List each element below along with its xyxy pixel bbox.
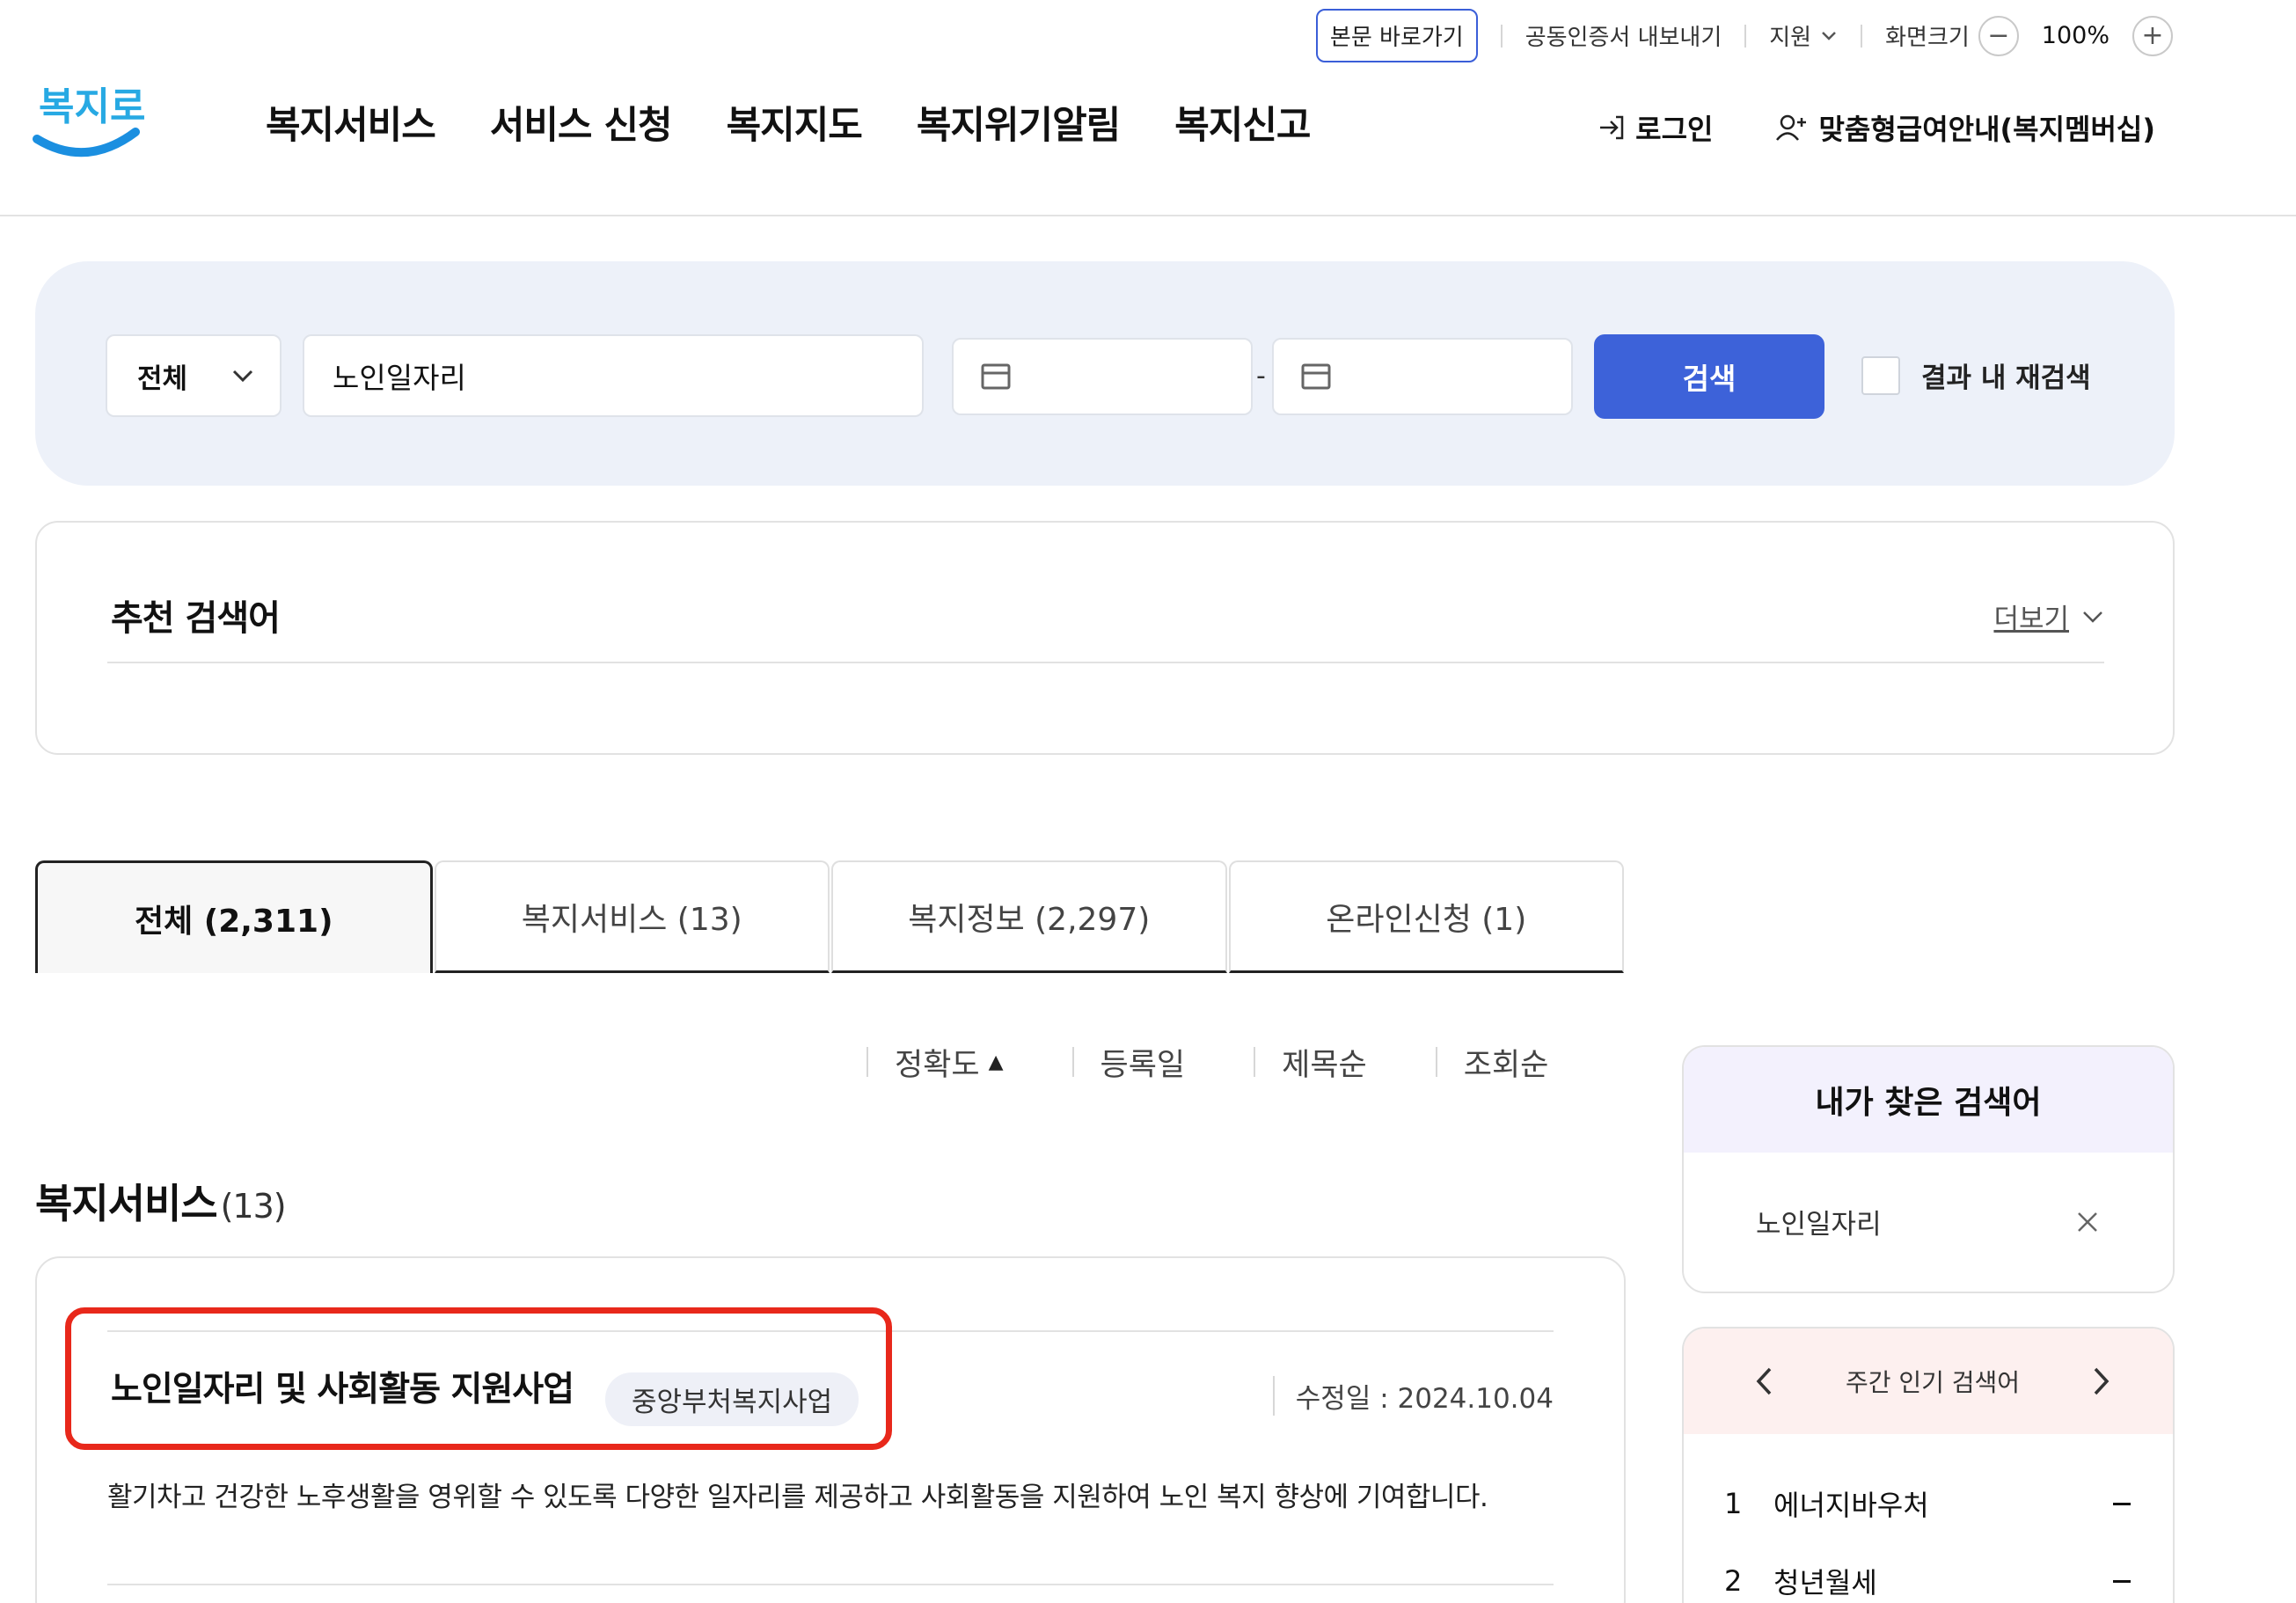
tab-welfare-services[interactable]: 복지서비스 (13) bbox=[434, 860, 830, 973]
recommended-keywords-title: 추천 검색어 bbox=[111, 598, 281, 639]
no-change-icon bbox=[2113, 1579, 2131, 1583]
no-change-icon bbox=[2113, 1502, 2131, 1505]
date-separator: - bbox=[1256, 361, 1266, 392]
skip-to-content-link[interactable]: 본문 바로가기 bbox=[1315, 9, 1478, 62]
section-title: 복지서비스 (13) bbox=[35, 1172, 287, 1230]
section-count: (13) bbox=[220, 1187, 287, 1226]
more-label: 더보기 bbox=[1993, 604, 2069, 635]
nav-item-welfare-report[interactable]: 복지신고 bbox=[1174, 95, 1311, 150]
login-label: 로그인 bbox=[1635, 113, 1714, 146]
tab-all[interactable]: 전체 (2,311) bbox=[35, 860, 433, 973]
chevron-down-icon bbox=[2083, 611, 2102, 623]
my-search-item: 노인일자리 bbox=[1756, 1202, 2101, 1241]
logo-text: 복지로 bbox=[39, 84, 145, 129]
sort-registered[interactable]: 등록일 bbox=[1071, 1047, 1212, 1083]
popular-keywords-header: 주간 인기 검색어 bbox=[1684, 1329, 2173, 1434]
main-navigation: 복지서비스 서비스 신청 복지지도 복지위기알림 복지신고 bbox=[266, 95, 1311, 150]
login-link[interactable]: 로그인 bbox=[1597, 107, 1713, 148]
sort-title[interactable]: 제목순 bbox=[1254, 1047, 1393, 1083]
zoom-control: 화면크기 − 100% + bbox=[1885, 15, 2173, 56]
nav-item-service-application[interactable]: 서비스 신청 bbox=[490, 95, 673, 150]
calendar-icon bbox=[1301, 363, 1331, 390]
section-title-label: 복지서비스 bbox=[35, 1180, 218, 1227]
sort-arrow-up-icon: ▲ bbox=[988, 1050, 1004, 1073]
result-description: 활기차고 건강한 노후생활을 영위할 수 있도록 다양한 일자리를 제공하고 사… bbox=[107, 1482, 1488, 1513]
nav-item-crisis-alert[interactable]: 복지위기알림 bbox=[917, 95, 1121, 150]
chevron-down-icon bbox=[232, 370, 253, 383]
search-input[interactable] bbox=[303, 334, 924, 417]
tab-online-application[interactable]: 온라인신청 (1) bbox=[1228, 860, 1624, 973]
nav-item-welfare-services[interactable]: 복지서비스 bbox=[266, 95, 436, 150]
popular-keyword-item[interactable]: 1 에너지바우처 bbox=[1724, 1483, 2131, 1524]
membership-label: 맞춤형급여안내(복지멤버십) bbox=[1818, 113, 2155, 146]
support-menu[interactable]: 지원 bbox=[1769, 19, 1838, 52]
close-icon[interactable] bbox=[2074, 1209, 2101, 1235]
divider bbox=[1500, 24, 1503, 48]
logo[interactable]: 복지로 bbox=[32, 70, 146, 167]
search-within-results[interactable]: 결과 내 재검색 bbox=[1861, 355, 2091, 395]
chevron-left-icon[interactable] bbox=[1754, 1365, 1773, 1397]
divider bbox=[107, 662, 2104, 663]
zoom-in-button[interactable]: + bbox=[2132, 15, 2173, 56]
header-actions: 로그인 맞춤형급여안내(복지멤버십) bbox=[1597, 107, 2155, 148]
utility-bar: 본문 바로가기 공동인증서 내보내기 지원 화면크기 − 100% + bbox=[1315, 9, 2173, 62]
sort-views[interactable]: 조회순 bbox=[1435, 1047, 1576, 1083]
login-icon bbox=[1600, 115, 1624, 140]
zoom-value: 100% bbox=[2041, 22, 2110, 49]
search-category-value: 전체 bbox=[137, 362, 188, 395]
sort-accuracy-label: 정확도 bbox=[895, 1047, 980, 1083]
zoom-label: 화면크기 bbox=[1885, 25, 1970, 51]
zoom-out-button[interactable]: − bbox=[1978, 15, 2019, 56]
divider bbox=[1744, 24, 1747, 48]
popular-keyword: 에너지바우처 bbox=[1773, 1489, 1929, 1522]
start-date-field[interactable] bbox=[952, 338, 1253, 415]
chevron-right-icon[interactable] bbox=[2092, 1365, 2111, 1397]
result-tabs: 전체 (2,311) 복지서비스 (13) 복지정보 (2,297) 온라인신청… bbox=[35, 860, 1626, 973]
popular-keywords-title: 주간 인기 검색어 bbox=[1845, 1368, 2021, 1397]
support-label: 지원 bbox=[1769, 25, 1812, 51]
my-searches-title: 내가 찾은 검색어 bbox=[1684, 1047, 2173, 1153]
calendar-icon bbox=[981, 363, 1011, 390]
popular-keyword-item[interactable]: 2 청년월세 bbox=[1724, 1561, 2131, 1601]
user-add-icon bbox=[1776, 114, 1807, 141]
popular-rank: 2 bbox=[1724, 1564, 1743, 1598]
sort-accuracy[interactable]: 정확도 ▲ bbox=[866, 1047, 1030, 1083]
membership-link[interactable]: 맞춤형급여안내(복지멤버십) bbox=[1774, 107, 2155, 148]
recommended-keywords-panel: 추천 검색어 더보기 bbox=[35, 521, 2175, 755]
divider bbox=[1861, 24, 1863, 48]
popular-keywords-panel: 주간 인기 검색어 1 에너지바우처 2 청년월세 bbox=[1682, 1327, 2175, 1603]
sort-options: 정확도 ▲ 등록일 제목순 조회순 bbox=[866, 1047, 1576, 1083]
search-within-results-label: 결과 내 재검색 bbox=[1921, 362, 2091, 394]
popular-rank: 1 bbox=[1724, 1487, 1743, 1520]
end-date-field[interactable] bbox=[1272, 338, 1573, 415]
tab-welfare-info[interactable]: 복지정보 (2,297) bbox=[831, 860, 1227, 973]
my-searches-panel: 내가 찾은 검색어 노인일자리 bbox=[1682, 1045, 2175, 1293]
divider bbox=[107, 1584, 1554, 1585]
search-button[interactable]: 검색 bbox=[1594, 334, 1824, 419]
nav-item-welfare-map[interactable]: 복지지도 bbox=[727, 95, 863, 150]
search-category-select[interactable]: 전체 bbox=[106, 334, 282, 417]
more-button[interactable]: 더보기 bbox=[1993, 597, 2104, 636]
modified-date: 수정일 : 2024.10.04 bbox=[1272, 1376, 1554, 1416]
bokjiro-logo-icon: 복지로 bbox=[33, 84, 145, 157]
my-search-keyword[interactable]: 노인일자리 bbox=[1756, 1202, 1882, 1241]
cert-export-link[interactable]: 공동인증서 내보내기 bbox=[1525, 19, 1722, 52]
popular-keyword: 청년월세 bbox=[1773, 1566, 1877, 1599]
search-within-results-checkbox[interactable] bbox=[1861, 355, 1900, 395]
chevron-down-icon bbox=[1822, 31, 1836, 40]
header-divider bbox=[0, 215, 2296, 216]
highlight-box bbox=[65, 1307, 892, 1450]
